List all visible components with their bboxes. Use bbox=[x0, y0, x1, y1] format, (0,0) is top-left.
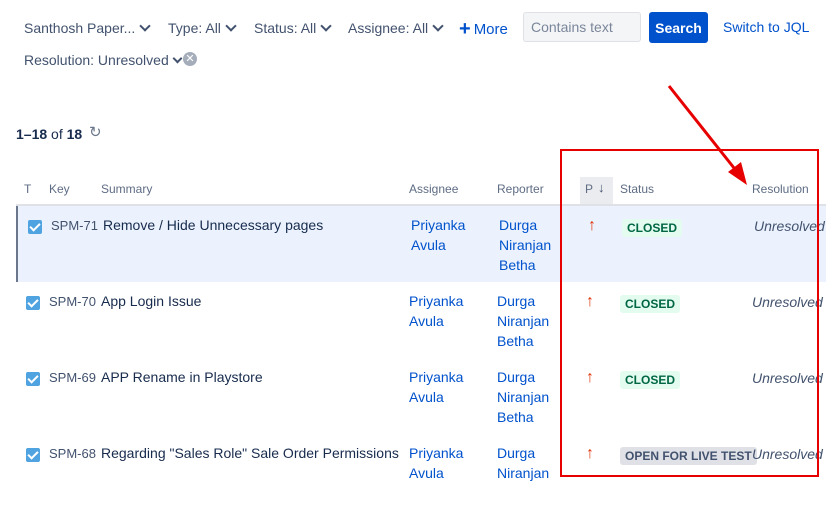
more-label: More bbox=[473, 21, 508, 38]
assignee-first: Priyanka bbox=[409, 445, 464, 461]
assignee-last: Avula bbox=[409, 313, 444, 329]
status-filter-label: Status: All bbox=[254, 20, 317, 36]
column-header-assignee[interactable]: Assignee bbox=[409, 182, 458, 196]
status-badge[interactable]: OPEN FOR LIVE TEST bbox=[620, 445, 757, 465]
type-filter[interactable]: Type: All bbox=[168, 18, 237, 38]
issue-reporter[interactable]: Durga Niranjan Betha bbox=[497, 367, 567, 427]
chevron-down-icon bbox=[225, 20, 237, 32]
result-of: of bbox=[51, 126, 63, 142]
column-header-type[interactable]: T bbox=[24, 182, 31, 196]
issue-resolution: Unresolved bbox=[754, 218, 825, 234]
issue-summary[interactable]: APP Rename in Playstore bbox=[101, 367, 263, 387]
checkbox-checked-icon[interactable] bbox=[26, 448, 40, 462]
reporter-middle: Niranjan bbox=[497, 313, 550, 329]
assignee-first: Priyanka bbox=[409, 369, 464, 385]
status-lozenge: CLOSED bbox=[620, 371, 681, 389]
type-filter-label: Type: All bbox=[168, 20, 221, 36]
column-header-key[interactable]: Key bbox=[49, 182, 70, 196]
chevron-down-icon bbox=[139, 20, 151, 32]
assignee-last: Avula bbox=[409, 465, 444, 481]
reporter-last: Betha bbox=[497, 409, 534, 425]
issue-resolution: Unresolved bbox=[752, 294, 823, 310]
reporter-first: Durga bbox=[499, 217, 538, 233]
search-input[interactable] bbox=[523, 12, 641, 42]
table-row[interactable]: SPM-69 APP Rename in Playstore Priyanka A… bbox=[16, 358, 826, 434]
annotation-arrow-head bbox=[728, 162, 747, 185]
checkbox-checked-icon[interactable] bbox=[26, 372, 40, 386]
issue-reporter[interactable]: Durga Niranjan Betha bbox=[497, 291, 567, 351]
refresh-icon[interactable]: ↻ bbox=[89, 123, 102, 141]
status-filter[interactable]: Status: All bbox=[254, 18, 332, 38]
project-filter[interactable]: Santhosh Paper... bbox=[24, 18, 151, 38]
result-range: 1–18 bbox=[16, 126, 48, 142]
priority-high-arrow-icon: ↑ bbox=[586, 369, 594, 386]
clear-icon[interactable]: ✕ bbox=[183, 52, 197, 66]
search-button[interactable]: Search bbox=[649, 12, 708, 43]
table-row[interactable]: SPM-70 App Login Issue Priyanka Avula Dur… bbox=[16, 282, 826, 358]
issue-summary[interactable]: App Login Issue bbox=[101, 291, 201, 311]
priority-high-arrow-icon: ↑ bbox=[586, 445, 594, 462]
issue-assignee[interactable]: Priyanka Avula bbox=[409, 367, 479, 407]
status-badge[interactable]: CLOSED bbox=[620, 293, 681, 313]
chevron-down-icon bbox=[320, 20, 332, 32]
assignee-last: Avula bbox=[409, 389, 444, 405]
project-filter-label: Santhosh Paper... bbox=[24, 20, 136, 36]
chevron-down-icon bbox=[432, 20, 444, 32]
issue-summary[interactable]: Remove / Hide Unnecessary pages bbox=[103, 215, 323, 235]
assignee-filter-label: Assignee: All bbox=[348, 20, 429, 36]
table-row[interactable]: SPM-68 Regarding "Sales Role" Sale Order… bbox=[16, 434, 826, 510]
switch-to-jql-link[interactable]: Switch to JQL bbox=[723, 17, 809, 37]
status-badge[interactable]: CLOSED bbox=[620, 369, 681, 389]
reporter-first: Durga bbox=[497, 293, 536, 309]
column-header-reporter[interactable]: Reporter bbox=[497, 182, 544, 196]
reporter-first: Durga bbox=[497, 369, 536, 385]
column-header-summary[interactable]: Summary bbox=[101, 182, 152, 196]
reporter-last: Betha bbox=[499, 257, 536, 273]
checkbox-checked-icon[interactable] bbox=[26, 296, 40, 310]
assignee-last: Avula bbox=[411, 237, 446, 253]
status-badge[interactable]: CLOSED bbox=[622, 217, 683, 237]
column-header-priority[interactable]: P bbox=[585, 182, 593, 196]
issue-key[interactable]: SPM-71 bbox=[51, 216, 98, 236]
issue-resolution: Unresolved bbox=[752, 370, 823, 386]
checkbox-checked-icon[interactable] bbox=[28, 220, 42, 234]
issue-assignee[interactable]: Priyanka Avula bbox=[409, 291, 479, 331]
priority-high-arrow-icon: ↑ bbox=[588, 217, 596, 234]
annotation-arrow-shaft bbox=[667, 85, 740, 174]
assignee-first: Priyanka bbox=[409, 293, 464, 309]
status-lozenge: OPEN FOR LIVE TEST bbox=[620, 447, 757, 465]
sort-down-icon[interactable]: ↓ bbox=[598, 180, 605, 195]
reporter-middle: Niranjan bbox=[497, 389, 550, 405]
reporter-middle: Niranjan bbox=[499, 237, 552, 253]
issue-summary[interactable]: Regarding "Sales Role" Sale Order Permis… bbox=[101, 443, 399, 463]
plus-icon: + bbox=[459, 18, 471, 40]
assignee-first: Priyanka bbox=[411, 217, 466, 233]
resolution-filter[interactable]: Resolution: Unresolved bbox=[24, 50, 183, 70]
status-lozenge: CLOSED bbox=[620, 295, 681, 313]
reporter-middle: Niranjan bbox=[497, 465, 550, 481]
issue-reporter[interactable]: Durga Niranjan bbox=[497, 443, 567, 483]
issue-assignee[interactable]: Priyanka Avula bbox=[411, 215, 481, 255]
reporter-last: Betha bbox=[497, 333, 534, 349]
chevron-down-icon bbox=[172, 53, 183, 64]
issue-key[interactable]: SPM-69 bbox=[49, 368, 96, 388]
issue-key[interactable]: SPM-70 bbox=[49, 292, 96, 312]
priority-high-arrow-icon: ↑ bbox=[586, 293, 594, 310]
column-header-status[interactable]: Status bbox=[620, 182, 654, 196]
result-total: 18 bbox=[66, 126, 83, 142]
more-filters-button[interactable]: + More bbox=[459, 17, 508, 40]
status-lozenge: CLOSED bbox=[622, 219, 683, 237]
result-count: 1–18 of 18 bbox=[16, 126, 82, 142]
issue-reporter[interactable]: Durga Niranjan Betha bbox=[499, 215, 569, 275]
resolution-filter-label: Resolution: Unresolved bbox=[24, 52, 169, 68]
reporter-first: Durga bbox=[497, 445, 536, 461]
assignee-filter[interactable]: Assignee: All bbox=[348, 18, 444, 38]
column-header-resolution[interactable]: Resolution bbox=[752, 182, 809, 196]
issue-key[interactable]: SPM-68 bbox=[49, 444, 96, 464]
table-row[interactable]: SPM-71 Remove / Hide Unnecessary pages P… bbox=[16, 206, 826, 282]
issue-assignee[interactable]: Priyanka Avula bbox=[409, 443, 479, 483]
issue-resolution: Unresolved bbox=[752, 446, 823, 462]
